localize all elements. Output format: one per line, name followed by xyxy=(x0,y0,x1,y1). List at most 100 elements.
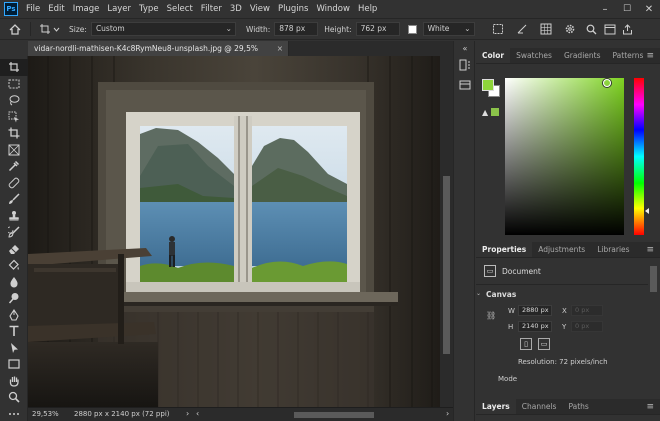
marquee-icon[interactable] xyxy=(0,76,28,93)
workspace-icon[interactable] xyxy=(601,21,619,37)
rectangle-icon[interactable] xyxy=(0,356,28,373)
move-tool-icon[interactable] xyxy=(0,59,28,76)
maximize-button[interactable]: ☐ xyxy=(616,0,638,18)
tab-color[interactable]: Color xyxy=(476,48,511,63)
canvas-horizontal-scrollbar[interactable] xyxy=(204,411,444,419)
tab-patterns[interactable]: Patterns xyxy=(607,48,650,63)
tab-channels[interactable]: Channels xyxy=(516,399,563,414)
history-icon[interactable] xyxy=(454,55,476,75)
hue-slider-marker[interactable] xyxy=(645,208,649,214)
clear-icon[interactable] xyxy=(489,21,507,37)
status-menu-arrow-icon[interactable]: › xyxy=(186,409,189,418)
libraries-icon[interactable] xyxy=(454,75,476,95)
canvas-section-heading[interactable]: Canvas xyxy=(486,290,516,299)
vertical-scroll-thumb[interactable] xyxy=(443,176,450,354)
type-icon[interactable] xyxy=(0,323,28,340)
divider xyxy=(476,284,648,285)
fill-dropdown[interactable]: White ⌄ xyxy=(422,22,475,36)
size-dropdown[interactable]: Custom ⌄ xyxy=(90,22,236,36)
dodge-icon[interactable] xyxy=(0,290,28,307)
panel-collapse-icon[interactable]: « xyxy=(454,41,476,55)
horizontal-scroll-thumb[interactable] xyxy=(294,412,374,418)
hand-icon[interactable] xyxy=(0,373,28,390)
pen-icon[interactable] xyxy=(0,307,28,324)
height-input[interactable]: 762 px xyxy=(355,22,400,36)
panel-menu-icon[interactable]: ≡ xyxy=(646,48,654,64)
settings-gear-icon[interactable] xyxy=(561,21,579,37)
properties-scroll-thumb[interactable] xyxy=(650,266,657,292)
close-button[interactable]: ✕ xyxy=(638,0,660,18)
share-icon[interactable] xyxy=(619,21,637,37)
width-input[interactable]: 878 px xyxy=(274,22,319,36)
blur-icon[interactable] xyxy=(0,274,28,291)
chevron-down-icon[interactable]: ⌄ xyxy=(476,290,481,297)
properties-scrollbar[interactable] xyxy=(649,258,658,388)
canvas-vertical-scrollbar[interactable] xyxy=(440,56,453,407)
minimize-button[interactable]: – xyxy=(594,0,616,18)
tab-layers[interactable]: Layers xyxy=(476,399,516,414)
scroll-left-arrow-icon[interactable]: ‹ xyxy=(196,409,199,418)
menu-3d[interactable]: 3D xyxy=(226,0,246,18)
eraser-icon[interactable] xyxy=(0,241,28,258)
panel-menu-icon[interactable]: ≡ xyxy=(646,242,654,258)
eyedropper-icon[interactable] xyxy=(0,158,28,175)
lasso-icon[interactable] xyxy=(0,92,28,109)
menu-image[interactable]: Image xyxy=(69,0,104,18)
more-tools-icon[interactable] xyxy=(0,406,28,421)
healing-brush-icon[interactable] xyxy=(0,175,28,192)
hue-slider[interactable] xyxy=(634,78,644,235)
clone-stamp-icon[interactable] xyxy=(0,208,28,225)
object-select-icon[interactable] xyxy=(0,109,28,126)
landscape-orientation-icon[interactable]: ▭ xyxy=(538,338,550,350)
menu-plugins[interactable]: Plugins xyxy=(274,0,312,18)
photo-window-scene xyxy=(28,56,440,407)
paint-bucket-icon[interactable] xyxy=(0,257,28,274)
fill-color-swatch[interactable] xyxy=(407,24,417,34)
menu-filter[interactable]: Filter xyxy=(197,0,226,18)
history-brush-icon[interactable] xyxy=(0,224,28,241)
grid-overlay-icon[interactable] xyxy=(537,21,555,37)
link-proportions-icon[interactable]: ⛓ xyxy=(486,311,496,320)
canvas-width-input[interactable]: 2880 px xyxy=(518,305,552,316)
saturation-brightness-field[interactable] xyxy=(505,78,624,235)
document-canvas[interactable] xyxy=(28,56,440,407)
tab-close-icon[interactable]: × xyxy=(277,41,283,56)
brush-icon[interactable] xyxy=(0,191,28,208)
crop-icon[interactable] xyxy=(0,125,28,142)
menu-type[interactable]: Type xyxy=(135,0,163,18)
gamut-warning-icon[interactable]: ▲ xyxy=(482,108,488,117)
portrait-orientation-icon[interactable]: ▯ xyxy=(520,338,532,350)
tab-paths[interactable]: Paths xyxy=(562,399,594,414)
straighten-icon[interactable] xyxy=(513,21,531,37)
menu-edit[interactable]: Edit xyxy=(44,0,68,18)
zoom-level[interactable]: 29,53% xyxy=(32,410,59,418)
scroll-right-arrow-icon[interactable]: › xyxy=(446,409,449,418)
canvas-height-input[interactable]: 2140 px xyxy=(518,321,552,332)
gamut-swatch[interactable] xyxy=(491,108,499,116)
tab-gradients[interactable]: Gradients xyxy=(558,48,607,63)
document-tab[interactable]: vidar-nordli-mathisen-K4c8RymNeu8-unspla… xyxy=(28,41,289,68)
document-size-info[interactable]: 2880 px x 2140 px (72 ppi) xyxy=(74,410,170,418)
menu-window[interactable]: Window xyxy=(312,0,354,18)
menu-select[interactable]: Select xyxy=(163,0,197,18)
w-label: W xyxy=(508,307,515,315)
tab-swatches[interactable]: Swatches xyxy=(510,48,558,63)
menu-file[interactable]: File xyxy=(22,0,44,18)
panel-menu-icon[interactable]: ≡ xyxy=(646,399,654,415)
search-icon[interactable] xyxy=(583,21,601,37)
photoshop-logo-icon: Ps xyxy=(4,2,18,16)
menu-bar: Ps File Edit Image Layer Type Select Fil… xyxy=(0,0,660,18)
tab-adjustments[interactable]: Adjustments xyxy=(532,242,591,257)
tab-libraries[interactable]: Libraries xyxy=(591,242,635,257)
menu-help[interactable]: Help xyxy=(354,0,381,18)
zoom-icon[interactable] xyxy=(0,389,28,406)
tab-properties[interactable]: Properties xyxy=(476,242,533,257)
color-picker-cursor[interactable] xyxy=(603,79,611,87)
menu-layer[interactable]: Layer xyxy=(103,0,135,18)
artboard-preset-icon[interactable] xyxy=(37,21,63,37)
path-select-icon[interactable] xyxy=(0,340,28,357)
menu-view[interactable]: View xyxy=(246,0,274,18)
foreground-color-swatch[interactable] xyxy=(482,79,494,91)
home-icon[interactable] xyxy=(6,21,24,37)
frame-icon[interactable] xyxy=(0,142,28,159)
